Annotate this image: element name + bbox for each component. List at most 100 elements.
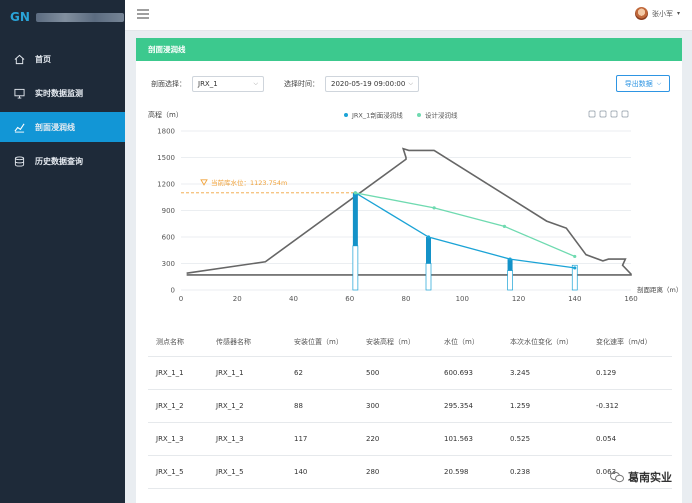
sidebar-item-realtime-monitor[interactable]: 实时数据监测: [0, 78, 125, 108]
x-tick-label: 100: [456, 295, 469, 303]
sensor-tube: [352, 245, 359, 291]
sidebar-item-label: 实时数据监测: [35, 88, 83, 98]
time-select-label: 选择时间：: [284, 80, 319, 88]
refresh-icon[interactable]: [610, 110, 618, 118]
table-cell: 140: [294, 468, 308, 476]
x-tick-label: 140: [568, 295, 581, 303]
table-cell: 20.598: [444, 468, 469, 476]
menu-toggle-icon[interactable]: [137, 9, 149, 19]
y-tick-label: 300: [162, 260, 175, 268]
table-cell: 0.525: [510, 435, 531, 443]
chevron-down-icon: ⌵: [656, 79, 662, 87]
x-tick-label: 120: [512, 295, 525, 303]
sidebar-nav: 首页 实时数据监测 剖面浸润线 历史数据查询: [0, 44, 125, 180]
watermark-text: 葛南实业: [628, 471, 672, 484]
table-cell: JRX_1_3: [216, 435, 244, 443]
table-cell: 1.259: [510, 402, 531, 410]
sensor-water-column: [426, 237, 431, 264]
x-tick-label: 0: [179, 295, 183, 303]
table-header-cell: 水位（m）: [444, 338, 479, 346]
table-cell: 88: [294, 402, 303, 410]
avatar: [634, 7, 648, 20]
table-header-cell: 传感器名称: [216, 338, 251, 346]
x-tick-label: 80: [402, 295, 411, 303]
series-point: [432, 206, 436, 210]
table-header-cell: 变化速率（m/d）: [596, 338, 652, 346]
chevron-down-icon: ▾: [676, 10, 680, 17]
table-header-cell: 安装高程（m）: [366, 338, 415, 346]
x-tick-label: 40: [289, 295, 298, 303]
table-cell: JRX_1_2: [216, 402, 244, 410]
dam-profile: [186, 147, 632, 276]
x-axis-title: 剖面距离（m）: [637, 285, 682, 294]
time-select-value: 2020-05-19 09:00:00: [331, 80, 406, 88]
download-icon[interactable]: [621, 110, 629, 118]
legend-marker: [417, 113, 421, 117]
sidebar: GN 首页 实时数据监测 剖面浸润线 历史数据查询: [0, 0, 125, 503]
user-menu[interactable]: 张小军 ▾: [634, 7, 680, 20]
y-tick-label: 1200: [157, 181, 175, 189]
x-tick-label: 60: [345, 295, 354, 303]
table-cell: 117: [294, 435, 308, 443]
y-tick-label: 1500: [157, 154, 175, 162]
series-point: [426, 235, 431, 239]
logo-icon: GN: [10, 10, 30, 24]
legend-label: 设计浸润线: [425, 111, 458, 120]
table-cell: 0.129: [596, 369, 617, 377]
series-point: [573, 266, 577, 270]
legend-label: JRX_1剖面浸润线: [351, 111, 403, 120]
y-tick-label: 1800: [157, 128, 175, 136]
wechat-icon: [610, 471, 624, 483]
time-select[interactable]: 2020-05-19 09:00:00 ⌵: [325, 76, 419, 92]
water-level-annotation: 当前库水位：1123.754m: [211, 178, 287, 187]
sidebar-item-history-query[interactable]: 历史数据查询: [0, 146, 125, 176]
table-header-cell: 安装位置（m）: [294, 338, 343, 346]
user-name: 张小军: [651, 9, 673, 18]
logo: GN: [10, 8, 124, 26]
table-header-row: 测点名称 传感器名称 安装位置（m） 安装高程（m） 水位（m） 本次水位变化（m） 变化速…: [148, 328, 672, 357]
table-cell: JRX_1_1: [156, 369, 184, 377]
zoom-reset-icon[interactable]: [599, 110, 607, 118]
sidebar-item-label: 剖面浸润线: [35, 122, 75, 132]
sensor-water-column: [352, 192, 358, 246]
database-icon: [14, 155, 25, 167]
monitor-icon: [14, 88, 25, 99]
chevron-down-icon: ⌵: [408, 80, 413, 87]
section-select-label: 剖面选择：: [151, 80, 186, 88]
table-cell: -0.312: [596, 402, 619, 410]
sensor-water-column: [507, 259, 513, 271]
table-header-cell: 本次水位变化（m）: [510, 338, 573, 346]
table-row: JRX_1_2 JRX_1_2 88 300 295.354 1.259 -0.312: [148, 390, 672, 423]
watermark: 葛南实业: [610, 469, 672, 485]
x-tick-label: 160: [624, 295, 637, 303]
table-cell: JRX_1_1: [216, 369, 244, 377]
table-cell: 220: [366, 435, 380, 443]
table-cell: 101.563: [444, 435, 473, 443]
table-row: JRX_1_5 JRX_1_5 140 280 20.598 0.238 0.063: [148, 456, 672, 489]
legend-marker: [344, 113, 348, 117]
chart-line-icon: [14, 123, 25, 133]
table-cell: 600.693: [444, 369, 473, 377]
export-label: 导出数据: [624, 79, 653, 88]
table-cell: 0.054: [596, 435, 617, 443]
filter-bar: 剖面选择： JRX_1 ⌵ 选择时间： 2020-05-19 09:00:00 …: [151, 76, 419, 92]
seepage-line-chart: 0 300 600 900 1200 1500 1800 0 20 40 60 80 100 120 140…: [148, 110, 682, 303]
sidebar-item-home[interactable]: 首页: [0, 44, 125, 74]
export-data-button[interactable]: 导出数据 ⌵: [616, 75, 670, 92]
sidebar-item-seepage-line[interactable]: 剖面浸润线: [0, 112, 125, 142]
zoom-icon[interactable]: [588, 110, 596, 118]
table-cell: 300: [366, 402, 380, 410]
section-select[interactable]: JRX_1 ⌵: [192, 76, 264, 92]
series-point: [573, 254, 577, 259]
sidebar-item-label: 历史数据查询: [35, 156, 83, 166]
y-tick-label: 900: [162, 207, 175, 215]
topbar: 张小军 ▾: [125, 0, 692, 31]
table-row: JRX_1_1 JRX_1_1 62 500 600.693 3.245 0.129: [148, 357, 672, 390]
table-row: JRX_1_3 JRX_1_3 117 220 101.563 0.525 0.054: [148, 423, 672, 456]
series-line: [355, 192, 575, 269]
table-cell: JRX_1_2: [156, 402, 184, 410]
blurred-app-name: [35, 12, 124, 22]
chevron-down-icon: ⌵: [253, 80, 258, 87]
table-cell: 0.238: [510, 468, 531, 476]
y-axis-title: 高程（m）: [148, 110, 183, 119]
